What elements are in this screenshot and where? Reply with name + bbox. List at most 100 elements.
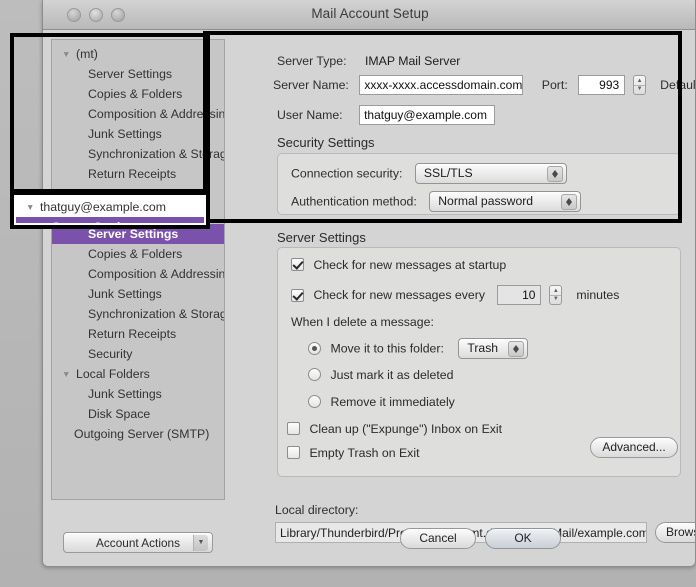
sidebar-item-label: (mt) — [76, 47, 98, 61]
trash-folder-select[interactable]: Trash — [458, 338, 529, 359]
empty-trash-label: Empty Trash on Exit — [309, 445, 420, 460]
port-input[interactable]: 993 — [578, 75, 626, 95]
sidebar-item-label: Return Receipts — [88, 167, 177, 181]
trash-folder-value: Trash — [467, 341, 499, 355]
mail-account-setup-window: Mail Account Setup ▼ (mt) Server Settings C… — [42, 0, 696, 567]
clean-up-row[interactable]: Clean up ("Expunge") Inbox on Exit — [287, 420, 502, 438]
remove-immediately-radio[interactable] — [308, 395, 321, 409]
sidebar-item-synchronization-storage[interactable]: Synchronization & Storage — [52, 304, 224, 324]
server-type-value: IMAP Mail Server — [364, 54, 461, 68]
account-actions-button[interactable]: Account Actions ▼ — [63, 532, 213, 553]
connection-security-select[interactable]: SSL/TLS — [414, 163, 567, 184]
move-to-folder-radio[interactable] — [308, 342, 321, 355]
accounts-sidebar[interactable]: ▼ (mt) Server Settings Copies & Folders Comp… — [51, 39, 225, 500]
sidebar-item-composition-addressing[interactable]: Composition & Addressing — [52, 104, 224, 124]
sidebar-item-label: thatguy@example.com — [40, 200, 166, 214]
connection-security-row: Connection security: SSL/TLS — [291, 163, 567, 184]
sidebar-item-synchronization-storage[interactable]: Synchronization & Storage — [52, 144, 224, 164]
sidebar-item-security[interactable]: Security — [52, 344, 224, 364]
sidebar-item-junk-settings[interactable]: Junk Settings — [52, 284, 224, 304]
sidebar-item-label: Outgoing Server (SMTP) — [74, 427, 210, 441]
chevron-updown-icon[interactable] — [561, 194, 578, 210]
stepper-down-icon[interactable]: ▼ — [553, 296, 559, 302]
chevron-down-icon[interactable]: ▼ — [193, 535, 208, 551]
sidebar-item-label: Security — [88, 347, 133, 361]
sidebar-item-local-folders[interactable]: ▼ Local Folders — [52, 364, 224, 384]
chevron-updown-icon[interactable] — [508, 341, 525, 357]
stepper-up-icon[interactable]: ▲ — [553, 288, 559, 294]
sidebar-item-label: Copies & Folders — [88, 87, 183, 101]
sidebar-item-mt[interactable]: ▼ (mt) — [52, 44, 224, 64]
sidebar-item-disk-space[interactable]: Disk Space — [52, 404, 224, 424]
mark-as-deleted-label: Just mark it as deleted — [330, 367, 454, 382]
annotation-selected-rows[interactable]: ▼thatguy@example.com Server Settings — [16, 197, 204, 223]
sidebar-item-copies-folders[interactable]: Copies & Folders — [52, 84, 224, 104]
browse-button[interactable]: Browse... — [655, 522, 695, 543]
user-name-label: User Name: — [277, 108, 343, 123]
cancel-button[interactable]: Cancel — [400, 528, 476, 549]
advanced-button[interactable]: Advanced... — [590, 437, 678, 458]
sidebar-item-composition-addressing[interactable]: Composition & Addressing — [52, 264, 224, 284]
port-label: Port: — [541, 78, 568, 93]
empty-trash-row[interactable]: Empty Trash on Exit — [287, 444, 419, 462]
sidebar-item-label: Local Folders — [76, 367, 150, 381]
sidebar-item-junk-settings[interactable]: Junk Settings — [52, 384, 224, 404]
disclosure-triangle-icon[interactable]: ▼ — [62, 364, 76, 384]
sidebar-item-label: Copies & Folders — [88, 247, 183, 261]
sidebar-item-label: Disk Space — [88, 407, 151, 421]
server-settings-title: Server Settings — [277, 230, 366, 245]
window-title: Mail Account Setup — [311, 6, 429, 21]
delete-option-remove[interactable]: Remove it immediately — [308, 393, 455, 411]
sidebar-item-label: Synchronization & Storage — [88, 307, 225, 321]
sidebar-item-server-settings[interactable]: Server Settings — [52, 64, 224, 84]
sidebar-item-return-receipts[interactable]: Return Receipts — [52, 324, 224, 344]
check-every-label: Check for new messages every — [313, 288, 485, 302]
remove-immediately-label: Remove it immediately — [330, 394, 455, 409]
check-every-checkbox[interactable] — [291, 288, 304, 302]
empty-trash-checkbox[interactable] — [287, 446, 300, 460]
authentication-method-value: Normal password — [438, 194, 534, 208]
sidebar-item-label: Server Settings — [88, 67, 173, 81]
move-to-folder-label: Move it to this folder: — [330, 341, 444, 356]
sidebar-item-label: Synchronization & Storage — [88, 147, 225, 161]
check-at-startup-row[interactable]: Check for new messages at startup — [291, 256, 506, 274]
default-port-label: Default: — [660, 78, 696, 93]
stepper-up-icon[interactable]: ▲ — [637, 78, 643, 84]
check-every-row[interactable]: Check for new messages every 10 ▲ ▼ minut… — [291, 285, 619, 305]
sidebar-item-junk-settings[interactable]: Junk Settings — [52, 124, 224, 144]
screenshot-root: Mail Account Setup ▼ (mt) Server Settings C… — [0, 0, 696, 587]
server-name-input[interactable]: xxxx-xxxx.accessdomain.com — [359, 75, 524, 95]
server-type-label: Server Type: — [277, 54, 347, 68]
mark-as-deleted-radio[interactable] — [308, 368, 321, 382]
window-body: ▼ (mt) Server Settings Copies & Folders Comp… — [43, 30, 696, 566]
sidebar-item-return-receipts[interactable]: Return Receipts — [52, 164, 224, 184]
disclosure-triangle-icon[interactable]: ▼ — [62, 44, 76, 64]
authentication-method-select[interactable]: Normal password — [429, 191, 582, 212]
port-stepper[interactable]: ▲ ▼ — [632, 75, 646, 95]
sidebar-item-label: Composition & Addressing — [88, 267, 225, 281]
sidebar-item-outgoing-server-smtp[interactable]: Outgoing Server (SMTP) — [52, 424, 224, 444]
sidebar-item-label: Return Receipts — [88, 327, 177, 341]
chevron-updown-icon[interactable] — [546, 166, 563, 182]
delete-option-mark[interactable]: Just mark it as deleted — [308, 366, 453, 384]
ok-button[interactable]: OK — [485, 528, 561, 549]
user-name-input[interactable]: thatguy@example.com — [359, 105, 496, 125]
check-interval-input[interactable]: 10 — [497, 285, 542, 305]
sidebar-item-thatguy-example-com[interactable]: ▼thatguy@example.com — [16, 197, 204, 217]
delete-option-move[interactable]: Move it to this folder: Trash — [308, 338, 529, 359]
accounts-tree[interactable]: ▼ (mt) Server Settings Copies & Folders Comp… — [52, 40, 224, 444]
sidebar-item-copies-folders[interactable]: Copies & Folders — [52, 244, 224, 264]
check-at-startup-checkbox[interactable] — [291, 258, 304, 272]
check-interval-stepper[interactable]: ▲ ▼ — [548, 285, 562, 305]
sidebar-item-label: Server Settings — [88, 227, 179, 241]
sidebar-item-label: Composition & Addressing — [88, 107, 225, 121]
security-settings-title: Security Settings — [277, 135, 375, 150]
server-type-row: Server Type: IMAP Mail Server — [277, 52, 460, 70]
disclosure-triangle-icon[interactable]: ▼ — [26, 197, 40, 217]
stepper-down-icon[interactable]: ▼ — [637, 86, 643, 92]
local-directory-label: Local directory: — [275, 503, 359, 517]
clean-up-checkbox[interactable] — [287, 422, 300, 436]
when-delete-label: When I delete a message: — [291, 315, 434, 329]
sidebar-item-server-settings[interactable]: Server Settings — [16, 217, 204, 223]
user-name-row: User Name: thatguy@example.com — [277, 105, 496, 125]
